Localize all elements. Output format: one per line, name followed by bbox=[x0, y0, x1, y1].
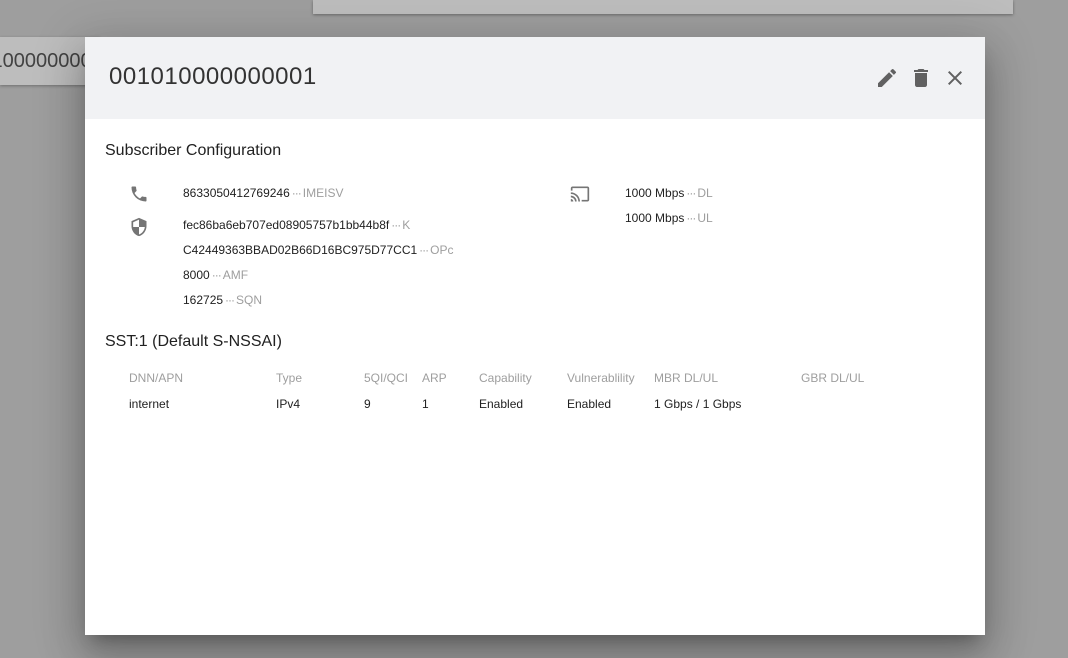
table-cell-vulnerability: Enabled bbox=[567, 397, 612, 411]
edit-button[interactable] bbox=[875, 66, 899, 90]
ambr-ul-label: UL bbox=[697, 211, 713, 225]
k-value: fec86ba6eb707ed08905757b1bb44b8f bbox=[183, 218, 390, 232]
ambr-dl-line: 1000 Mbps ··· DL bbox=[625, 186, 713, 200]
amf-value: 8000 bbox=[183, 268, 210, 282]
imeisv-value: 8633050412769246 bbox=[183, 186, 290, 200]
trash-icon bbox=[914, 69, 928, 87]
table-cell-mbr: 1 Gbps / 1 Gbps bbox=[654, 397, 742, 411]
k-label: K bbox=[402, 218, 411, 232]
table-header-type: Type bbox=[276, 371, 303, 385]
ambr-ul-line: 1000 Mbps ··· UL bbox=[625, 211, 713, 225]
cast-icon bbox=[570, 184, 590, 204]
sqn-value: 162725 bbox=[183, 293, 224, 307]
k-line: fec86ba6eb707ed08905757b1bb44b8f ··· K bbox=[183, 218, 411, 232]
dialog-title: 001010000000001 bbox=[109, 63, 317, 90]
table-cell-5qi: 9 bbox=[364, 397, 371, 411]
sqn-line: 162725 ··· SQN bbox=[183, 293, 263, 307]
opc-value: C42449363BBAD02B66D16BC975D77CC1 bbox=[183, 243, 418, 257]
sqn-label: SQN bbox=[236, 293, 263, 307]
subscriber-dialog: 001010000000001 Subscriber Configuration… bbox=[85, 37, 985, 635]
table-header-capability: Capability bbox=[479, 371, 532, 385]
table-header-5qi: 5QI/QCI bbox=[364, 371, 409, 385]
dialog-header: 001010000000001 bbox=[85, 37, 985, 119]
section-title-subscriber-configuration: Subscriber Configuration bbox=[105, 142, 282, 159]
background-card bbox=[313, 0, 1013, 14]
table-cell-dnn: internet bbox=[129, 397, 170, 411]
table-header-vulnerability: Vulnerablility bbox=[567, 371, 635, 385]
table-cell-type: IPv4 bbox=[276, 397, 301, 411]
slice-title: SST:1 (Default S-NSSAI) bbox=[105, 333, 282, 350]
table-header-gbr: GBR DL/UL bbox=[801, 371, 865, 385]
ambr-dl-label: DL bbox=[697, 186, 713, 200]
amf-line: 8000 ··· AMF bbox=[183, 268, 249, 282]
table-header-mbr: MBR DL/UL bbox=[654, 371, 719, 385]
imeisv-label: IMEISV bbox=[302, 186, 344, 200]
imeisv-line: 8633050412769246 ··· IMEISV bbox=[183, 186, 344, 200]
table-header-arp: ARP bbox=[422, 371, 447, 385]
delete-button[interactable] bbox=[909, 66, 933, 90]
shield-icon bbox=[129, 217, 149, 237]
opc-label: OPc bbox=[430, 243, 454, 257]
table-header-dnn: DNN/APN bbox=[129, 371, 184, 385]
table-cell-arp: 1 bbox=[422, 397, 429, 411]
table-cell-capability: Enabled bbox=[479, 397, 524, 411]
pencil-icon bbox=[878, 68, 897, 87]
amf-label: AMF bbox=[222, 268, 249, 282]
close-icon bbox=[948, 71, 962, 85]
opc-line: C42449363BBAD02B66D16BC975D77CC1 ··· OPc bbox=[183, 243, 454, 257]
close-button[interactable] bbox=[943, 66, 967, 90]
phone-icon bbox=[129, 184, 149, 204]
ambr-ul-value: 1000 Mbps bbox=[625, 211, 685, 225]
ambr-dl-value: 1000 Mbps bbox=[625, 186, 685, 200]
